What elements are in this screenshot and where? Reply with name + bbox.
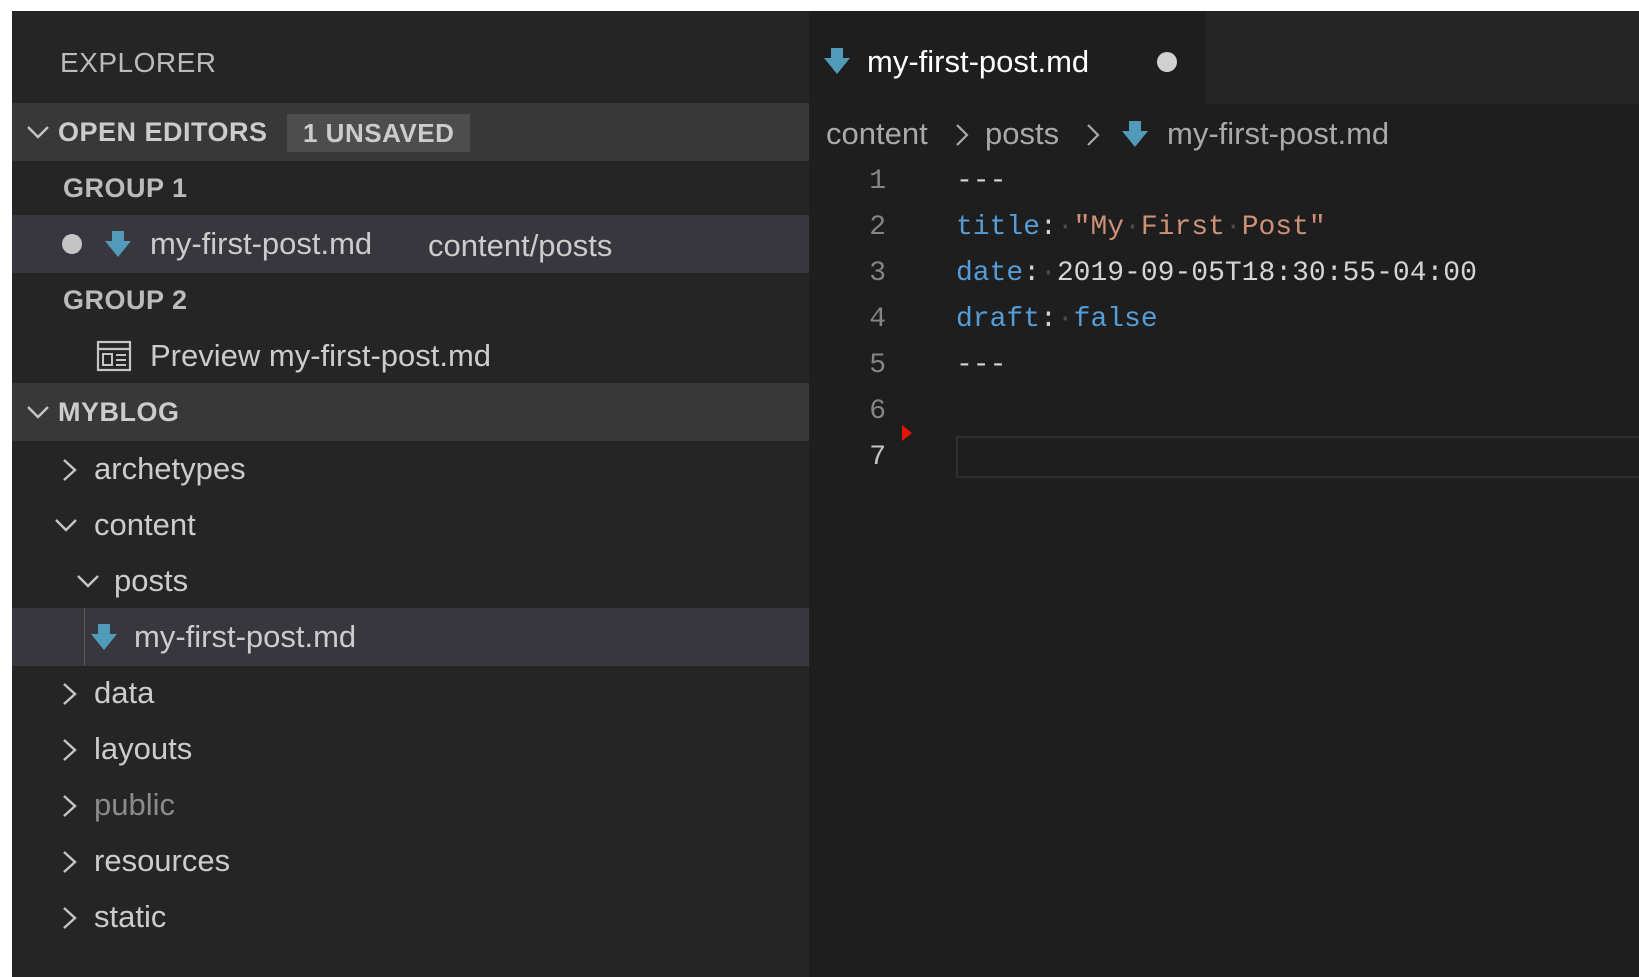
chevron-right-icon xyxy=(1087,124,1100,146)
tree-item-archetypes[interactable]: archetypes xyxy=(12,440,809,498)
markdown-icon xyxy=(824,48,850,74)
breadcrumb-file[interactable]: my-first-post.md xyxy=(1167,109,1389,159)
explorer-title: EXPLORER xyxy=(60,47,217,78)
tree-item-label: public xyxy=(94,787,175,822)
unsaved-dot-icon[interactable] xyxy=(62,234,82,254)
explorer-sidebar: EXPLORER OPEN EDITORS 1 UNSAVED GROUP 1 … xyxy=(12,11,809,977)
code-token: "My xyxy=(1073,212,1125,243)
tree-item-public[interactable]: public xyxy=(12,776,809,834)
breadcrumb-content[interactable]: content xyxy=(826,109,928,159)
code-token: · xyxy=(1056,212,1074,243)
open-editor-path: content/posts xyxy=(428,228,613,263)
code-token: --- xyxy=(956,350,1007,381)
code-token: 2019-09-05T18:30:55-04:00 xyxy=(1056,258,1477,289)
tree-item-my-first-post[interactable]: my-first-post.md xyxy=(12,608,809,666)
tree-item-label: posts xyxy=(114,563,189,598)
tree-item-label: data xyxy=(94,675,155,710)
line-number: 6 xyxy=(869,396,886,427)
tree-item-label: my-first-post.md xyxy=(134,619,357,654)
line-number: 1 xyxy=(869,166,886,197)
code-token: --- xyxy=(956,166,1007,197)
tree-item-data[interactable]: data xyxy=(12,664,809,722)
code-token: First xyxy=(1140,212,1225,243)
markdown-icon xyxy=(105,231,131,257)
editor-pane: my-first-post.md content posts my-first-… xyxy=(809,11,1639,977)
code-token: : xyxy=(1023,258,1041,289)
chevron-down-icon xyxy=(24,103,54,161)
unsaved-badge: 1 UNSAVED xyxy=(287,114,471,152)
tab-label: my-first-post.md xyxy=(867,44,1090,79)
code-token: · xyxy=(1224,212,1242,243)
tree-item-resources[interactable]: resources xyxy=(12,832,809,890)
tab-bar: my-first-post.md xyxy=(809,11,1639,104)
breadcrumb: content posts my-first-post.md xyxy=(809,109,1639,159)
code-line[interactable]: --- xyxy=(956,159,1006,205)
line-number: 4 xyxy=(869,304,886,335)
tree-item-posts[interactable]: posts xyxy=(12,552,809,610)
code-line[interactable]: --- xyxy=(956,343,1006,389)
code-token: · xyxy=(1056,304,1074,335)
tree-item-content[interactable]: content xyxy=(12,496,809,554)
chevron-right-icon xyxy=(58,776,88,834)
code-token: date xyxy=(956,258,1024,289)
chevron-right-icon xyxy=(58,720,88,778)
tree-item-label: static xyxy=(94,899,167,934)
tree-item-layouts[interactable]: layouts xyxy=(12,720,809,778)
preview-icon xyxy=(96,340,132,372)
chevron-right-icon xyxy=(58,832,88,890)
tree-item-label: resources xyxy=(94,843,231,878)
chevron-down-icon xyxy=(52,496,82,554)
markdown-icon xyxy=(1122,121,1148,147)
code-line[interactable]: draft:·false xyxy=(956,297,1158,343)
code-token: draft xyxy=(956,304,1041,335)
tree-item-label: layouts xyxy=(94,731,193,766)
indent-guide xyxy=(84,608,85,666)
tree-item-label: content xyxy=(94,507,196,542)
unsaved-dot-icon[interactable] xyxy=(1157,52,1177,72)
myblog-folder-header[interactable]: MYBLOG xyxy=(12,383,809,441)
code-token: title xyxy=(956,212,1041,243)
error-marker-icon xyxy=(902,425,912,441)
code-line[interactable]: date:·2019-09-05T18:30:55-04:00 xyxy=(956,251,1477,297)
chevron-right-icon xyxy=(58,440,88,498)
chevron-right-icon xyxy=(58,664,88,722)
open-editors-label: OPEN EDITORS xyxy=(58,117,268,147)
line-number: 3 xyxy=(869,258,886,289)
markdown-icon xyxy=(91,624,117,650)
current-line-highlight xyxy=(956,436,1639,478)
code-token: Post" xyxy=(1241,212,1326,243)
code-line[interactable]: title:·"My·First·Post" xyxy=(956,205,1326,251)
chevron-down-icon xyxy=(74,552,104,610)
chevron-right-icon xyxy=(956,124,969,146)
open-editors-header[interactable]: OPEN EDITORS 1 UNSAVED xyxy=(12,103,809,161)
breadcrumb-posts[interactable]: posts xyxy=(985,109,1059,159)
code-token: : xyxy=(1040,212,1057,243)
code-token: · xyxy=(1124,212,1141,243)
open-editor-item-preview[interactable]: Preview my-first-post.md xyxy=(12,327,809,385)
chevron-down-icon xyxy=(24,383,54,441)
group-1-label: GROUP 1 xyxy=(63,173,188,203)
open-editor-item-my-first-post[interactable]: my-first-post.md content/posts xyxy=(12,215,809,273)
preview-filename: Preview my-first-post.md xyxy=(150,338,492,373)
code-token: false xyxy=(1073,304,1158,335)
myblog-label: MYBLOG xyxy=(58,397,180,427)
line-number: 7 xyxy=(869,442,886,473)
open-editor-filename: my-first-post.md xyxy=(150,226,373,261)
group-2-header: GROUP 2 xyxy=(12,271,809,329)
tree-item-label: archetypes xyxy=(94,451,246,486)
line-number: 5 xyxy=(869,350,886,381)
tree-item-static[interactable]: static xyxy=(12,888,809,946)
line-number: 2 xyxy=(869,212,886,243)
group-1-header: GROUP 1 xyxy=(12,159,809,217)
chevron-right-icon xyxy=(58,888,88,946)
code-token: : xyxy=(1040,304,1057,335)
group-2-label: GROUP 2 xyxy=(63,285,188,315)
vscode-window: EXPLORER OPEN EDITORS 1 UNSAVED GROUP 1 … xyxy=(12,11,1639,977)
tab-my-first-post[interactable]: my-first-post.md xyxy=(809,11,1205,104)
code-token: · xyxy=(1040,258,1057,289)
